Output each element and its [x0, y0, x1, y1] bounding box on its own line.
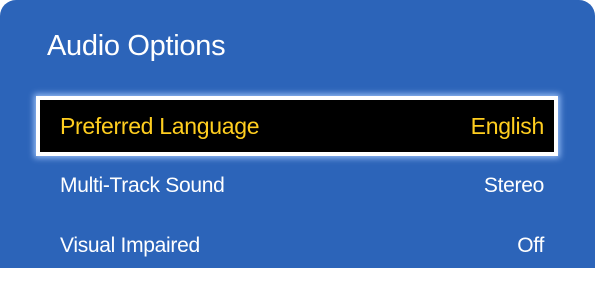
- menu-item-value: Stereo: [483, 174, 544, 197]
- menu-item-multi-track-sound[interactable]: Multi-Track Sound Stereo: [40, 160, 554, 212]
- menu-item-label: Preferred Language: [60, 112, 260, 139]
- menu-title: Audio Options: [47, 30, 226, 62]
- audio-options-panel: Audio Options Preferred Language English…: [0, 0, 595, 268]
- menu-item-value: English: [470, 112, 545, 139]
- menu-item-visual-impaired[interactable]: Visual Impaired Off: [40, 220, 554, 272]
- menu-item-label: Multi-Track Sound: [60, 174, 225, 197]
- menu-item-preferred-language[interactable]: Preferred Language English: [40, 100, 554, 152]
- menu-item-label: Visual Impaired: [60, 234, 200, 257]
- menu-item-value: Off: [517, 234, 544, 257]
